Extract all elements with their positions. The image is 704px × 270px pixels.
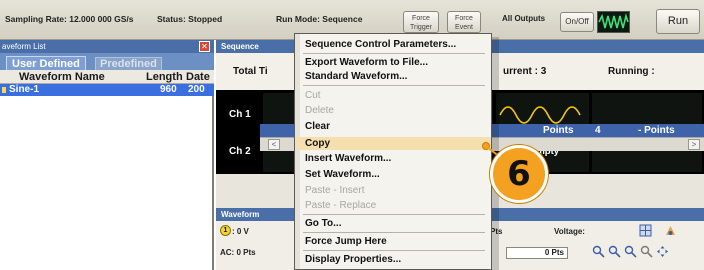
menu-item-paste-insert[interactable]: Paste - Insert — [305, 185, 485, 196]
menu-separator — [303, 250, 485, 251]
menu-item-clear[interactable]: Clear — [305, 121, 485, 132]
menu-item-display-properties[interactable]: Display Properties... — [305, 254, 485, 265]
pan-icon[interactable] — [656, 245, 669, 258]
scroll-right-icon[interactable]: > — [688, 139, 700, 150]
step-number: 4 — [595, 125, 601, 136]
force-trigger-line2: Trigger — [410, 24, 432, 31]
column-date[interactable]: Date — [186, 70, 210, 84]
menu-item-copy[interactable]: Copy — [305, 138, 485, 149]
ac-label: AC: 0 Pts — [220, 248, 256, 257]
column-waveform-name[interactable]: Waveform Name — [19, 70, 105, 84]
selected-row-icon — [2, 87, 6, 93]
menu-item-paste-replace[interactable]: Paste - Replace — [305, 200, 485, 211]
step-callout: 6 — [490, 145, 548, 203]
waveform-list-title: aveform List — [0, 40, 214, 53]
waveform-length-cell: 960 — [160, 84, 177, 95]
menu-item-cut[interactable]: Cut — [305, 90, 485, 101]
table-row[interactable]: Sine-1 960 200 — [0, 84, 214, 96]
marker-value: : 0 V — [232, 227, 249, 236]
tab-predefined[interactable]: Predefined — [95, 57, 162, 70]
menu-item-force-jump-here[interactable]: Force Jump Here — [305, 236, 485, 247]
grid-icon[interactable] — [639, 224, 652, 237]
menu-item-set-waveform[interactable]: Set Waveform... — [305, 169, 485, 180]
menu-item-delete[interactable]: Delete — [305, 105, 485, 116]
context-menu: Sequence Control Parameters... Export Wa… — [294, 33, 492, 270]
zoom-out-icon[interactable] — [608, 245, 621, 258]
force-event-button[interactable]: Force Event — [447, 11, 481, 33]
menu-separator — [303, 214, 485, 215]
menu-item-insert-waveform[interactable]: Insert Waveform... — [305, 153, 485, 164]
close-icon[interactable]: ✕ — [199, 41, 210, 52]
menu-item-export-waveform[interactable]: Export Waveform to File... — [305, 57, 485, 68]
points-label: Points — [543, 125, 574, 136]
force-trigger-button[interactable]: Force Trigger — [403, 11, 439, 33]
menu-separator — [303, 232, 485, 233]
waveform-list-tabs: User Defined Predefined — [0, 53, 214, 70]
force-event-line1: Force — [455, 15, 473, 22]
waveform-name-cell: Sine-1 — [9, 84, 40, 95]
current-step-label: urrent : 3 — [503, 66, 547, 77]
menu-separator — [303, 85, 485, 86]
menu-separator — [303, 53, 485, 54]
total-time-label: Total Ti — [233, 66, 268, 77]
voltage-label: Voltage: — [554, 227, 585, 236]
sampling-rate-label: Sampling Rate: 12.000 000 GS/s — [5, 14, 134, 24]
waveform-icon[interactable] — [597, 11, 630, 33]
waveform-date-cell: 200 — [188, 84, 205, 95]
column-length[interactable]: Length — [146, 70, 183, 84]
run-mode-label: Run Mode: Sequence — [276, 14, 363, 24]
scroll-left-icon[interactable]: < — [268, 139, 280, 150]
menu-item-standard-waveform[interactable]: Standard Waveform... — [305, 71, 485, 82]
marker-1-icon[interactable]: 1 — [220, 225, 231, 236]
waveform-list-header: Waveform Name Length Date — [0, 70, 214, 84]
next-points-label: - Points — [638, 125, 675, 136]
channel-2-label: Ch 2 — [229, 146, 251, 157]
zoom-in-icon[interactable] — [592, 245, 605, 258]
waveform-list-panel: aveform List ✕ User Defined Predefined W… — [0, 40, 214, 270]
menu-item-go-to[interactable]: Go To... — [305, 218, 485, 229]
zoom-fit-icon[interactable] — [624, 245, 637, 258]
status-label: Status: Stopped — [157, 14, 223, 24]
menu-item-sequence-control-parameters[interactable]: Sequence Control Parameters... — [305, 39, 485, 50]
outputs-onoff-button[interactable]: On/Off — [560, 12, 594, 32]
all-outputs-label: All Outputs — [502, 14, 546, 23]
zoom-reset-icon[interactable] — [640, 245, 653, 258]
force-event-line2: Event — [455, 24, 473, 31]
running-label: Running : — [608, 66, 655, 77]
cursor-icon[interactable] — [664, 224, 677, 237]
menu-strip — [295, 34, 300, 269]
channel-1-label: Ch 1 — [229, 109, 251, 120]
points-field[interactable]: 0 Pts — [506, 247, 568, 259]
force-trigger-line1: Force — [412, 15, 430, 22]
run-button[interactable]: Run — [656, 9, 700, 34]
tab-user-defined[interactable]: User Defined — [6, 56, 86, 70]
